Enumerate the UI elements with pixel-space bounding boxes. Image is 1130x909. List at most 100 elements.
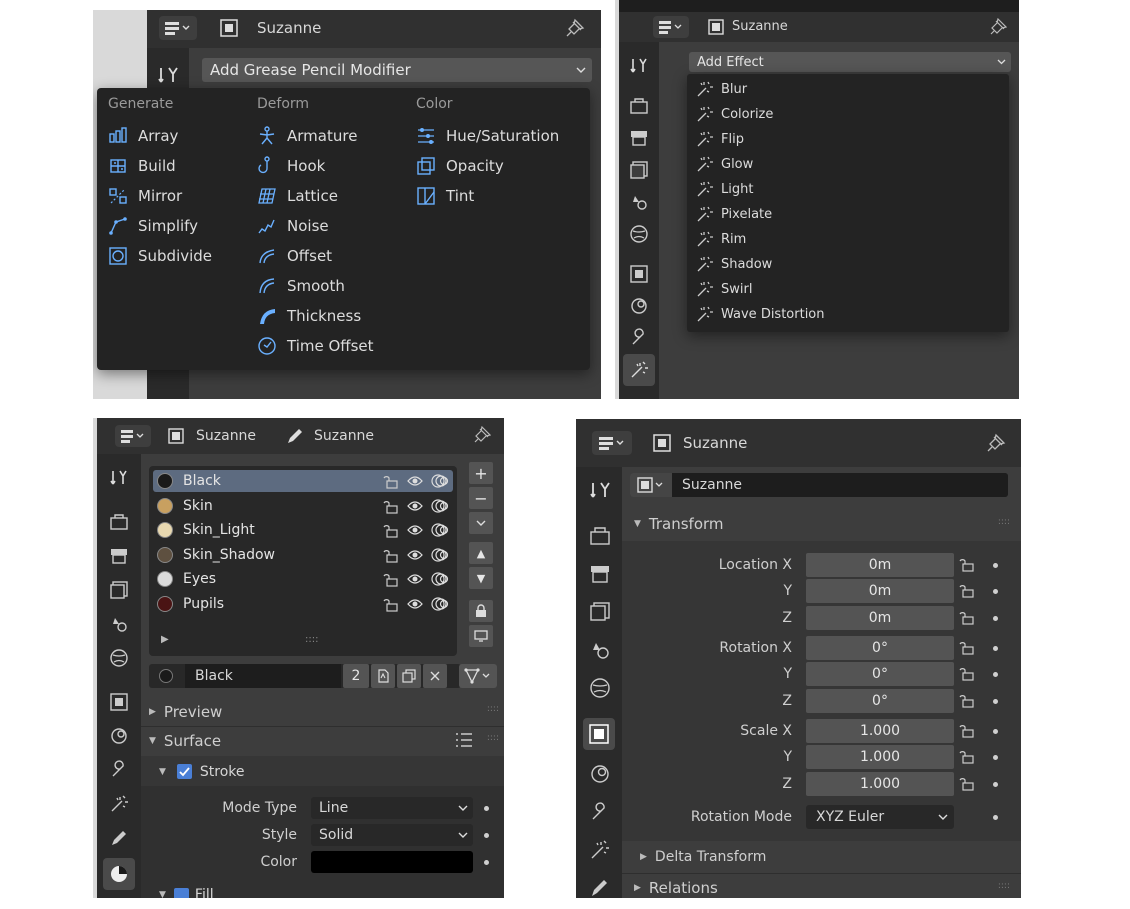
- editor-type-button[interactable]: [592, 431, 632, 455]
- material-slot-row[interactable]: Skin_Shadow: [153, 544, 453, 566]
- transform-value-field[interactable]: 1.000: [806, 745, 954, 769]
- unlock-icon[interactable]: [958, 583, 976, 599]
- menu-item-offset[interactable]: Offset: [257, 246, 332, 266]
- transform-section-header[interactable]: ▼ Transform ::::: [634, 513, 1010, 535]
- keyframe-dot[interactable]: [993, 815, 998, 820]
- unlock-icon[interactable]: [958, 776, 976, 792]
- menu-item-subdivide[interactable]: Subdivide: [108, 246, 212, 266]
- stroke-section-header[interactable]: ▼ Stroke: [159, 762, 245, 782]
- menu-item-array[interactable]: Array: [108, 126, 178, 146]
- resize-grip-icon[interactable]: ::::: [305, 634, 318, 645]
- duplicate-material-button[interactable]: [397, 664, 421, 688]
- eye-icon[interactable]: [407, 524, 423, 536]
- eye-icon[interactable]: [407, 549, 423, 561]
- fake-user-button[interactable]: [371, 664, 395, 688]
- render-tab-icon[interactable]: [589, 525, 611, 547]
- menu-item-simplify[interactable]: Simplify: [108, 216, 198, 236]
- surface-section-header[interactable]: ▼ Surface ::::: [149, 731, 499, 751]
- world-tab-icon[interactable]: [589, 677, 611, 699]
- editor-type-button[interactable]: [115, 425, 151, 447]
- editor-type-button[interactable]: [159, 16, 197, 40]
- keyframe-dot[interactable]: [993, 589, 998, 594]
- unlock-icon[interactable]: [958, 666, 976, 682]
- material-preview-swatch[interactable]: [159, 669, 173, 683]
- world-tab-icon[interactable]: [109, 648, 129, 668]
- unlock-icon[interactable]: [383, 548, 399, 563]
- transform-value-field[interactable]: 0°: [806, 636, 954, 660]
- slot-link-dropdown[interactable]: [459, 664, 497, 688]
- render-tab-icon[interactable]: [629, 96, 649, 116]
- pin-icon[interactable]: [473, 426, 491, 444]
- menu-item-time-offset[interactable]: Time Offset: [257, 336, 374, 356]
- render-tab-icon[interactable]: [109, 512, 129, 532]
- drag-grip-icon[interactable]: ::::: [487, 704, 499, 714]
- unlock-icon[interactable]: [958, 723, 976, 739]
- pencil-tab-icon[interactable]: [589, 877, 611, 898]
- add-slot-button[interactable]: +: [469, 462, 493, 484]
- editor-type-button[interactable]: [653, 16, 689, 38]
- scene-tab-icon[interactable]: [589, 639, 611, 661]
- scene-tab-icon[interactable]: [629, 192, 649, 212]
- eye-icon[interactable]: [407, 573, 423, 585]
- rotation-mode-select[interactable]: XYZ Euler: [806, 805, 954, 829]
- unlock-icon[interactable]: [383, 474, 399, 489]
- keyframe-dot[interactable]: [484, 860, 489, 865]
- pin-icon[interactable]: [565, 18, 585, 38]
- unlock-icon[interactable]: [958, 749, 976, 765]
- stroke-checkbox[interactable]: [177, 764, 192, 779]
- physics-tab-icon[interactable]: [629, 296, 649, 316]
- menu-item-hue-saturation[interactable]: Hue/Saturation: [416, 126, 559, 146]
- onion-skin-icon[interactable]: [431, 547, 449, 563]
- modifier-tab-icon[interactable]: [109, 760, 129, 780]
- material-slot-row[interactable]: Eyes: [153, 568, 453, 590]
- physics-tab-icon[interactable]: [589, 763, 611, 785]
- unlock-icon[interactable]: [383, 499, 399, 514]
- keyframe-dot[interactable]: [993, 782, 998, 787]
- relations-section-header[interactable]: ▶ Relations ::::: [634, 878, 1010, 898]
- effects-tab-icon[interactable]: [589, 839, 611, 861]
- keyframe-dot[interactable]: [993, 729, 998, 734]
- keyframe-dot[interactable]: [993, 672, 998, 677]
- onion-skin-icon[interactable]: [431, 498, 449, 514]
- style-select[interactable]: Solid: [311, 824, 473, 846]
- transform-value-field[interactable]: 0m: [806, 553, 954, 577]
- effect-item-rim[interactable]: Rim: [695, 230, 746, 248]
- physics-tab-icon[interactable]: [109, 726, 129, 746]
- users-count[interactable]: 2: [343, 664, 369, 688]
- effects-tab-icon[interactable]: [109, 794, 129, 814]
- drag-grip-icon[interactable]: ::::: [998, 881, 1010, 891]
- onion-skin-icon[interactable]: [431, 596, 449, 612]
- keyframe-dot[interactable]: [993, 646, 998, 651]
- tool-tab-icon[interactable]: [157, 64, 179, 86]
- eye-icon[interactable]: [407, 475, 423, 487]
- scene-tab-icon[interactable]: [109, 614, 129, 634]
- material-slot-row[interactable]: Skin_Light: [153, 519, 453, 541]
- output-tab-icon[interactable]: [629, 128, 649, 148]
- transform-value-field[interactable]: 0°: [806, 689, 954, 713]
- unlock-icon[interactable]: [383, 572, 399, 587]
- menu-item-lattice[interactable]: Lattice: [257, 186, 338, 206]
- object-tab-icon[interactable]: [109, 692, 129, 712]
- unlock-icon[interactable]: [958, 640, 976, 656]
- menu-item-hook[interactable]: Hook: [257, 156, 325, 176]
- unlink-material-button[interactable]: [423, 664, 447, 688]
- keyframe-dot[interactable]: [484, 833, 489, 838]
- effect-item-pixelate[interactable]: Pixelate: [695, 205, 772, 223]
- list-icon[interactable]: [455, 732, 473, 748]
- material-slot-row[interactable]: Pupils: [153, 593, 453, 615]
- unlock-icon[interactable]: [958, 610, 976, 626]
- material-slot-row[interactable]: Black: [153, 470, 453, 492]
- keyframe-dot[interactable]: [993, 699, 998, 704]
- effect-item-blur[interactable]: Blur: [695, 80, 747, 98]
- view-layer-tab-icon[interactable]: [109, 580, 129, 600]
- menu-item-noise[interactable]: Noise: [257, 216, 329, 236]
- menu-item-thickness[interactable]: Thickness: [257, 306, 361, 326]
- keyframe-dot[interactable]: [993, 616, 998, 621]
- object-tab-icon[interactable]: [629, 264, 649, 284]
- drag-grip-icon[interactable]: ::::: [998, 517, 1010, 527]
- lock-button[interactable]: [469, 600, 493, 622]
- view-layer-tab-icon[interactable]: [629, 160, 649, 180]
- unlock-icon[interactable]: [958, 693, 976, 709]
- material-tab[interactable]: [103, 858, 135, 890]
- keyframe-dot[interactable]: [484, 806, 489, 811]
